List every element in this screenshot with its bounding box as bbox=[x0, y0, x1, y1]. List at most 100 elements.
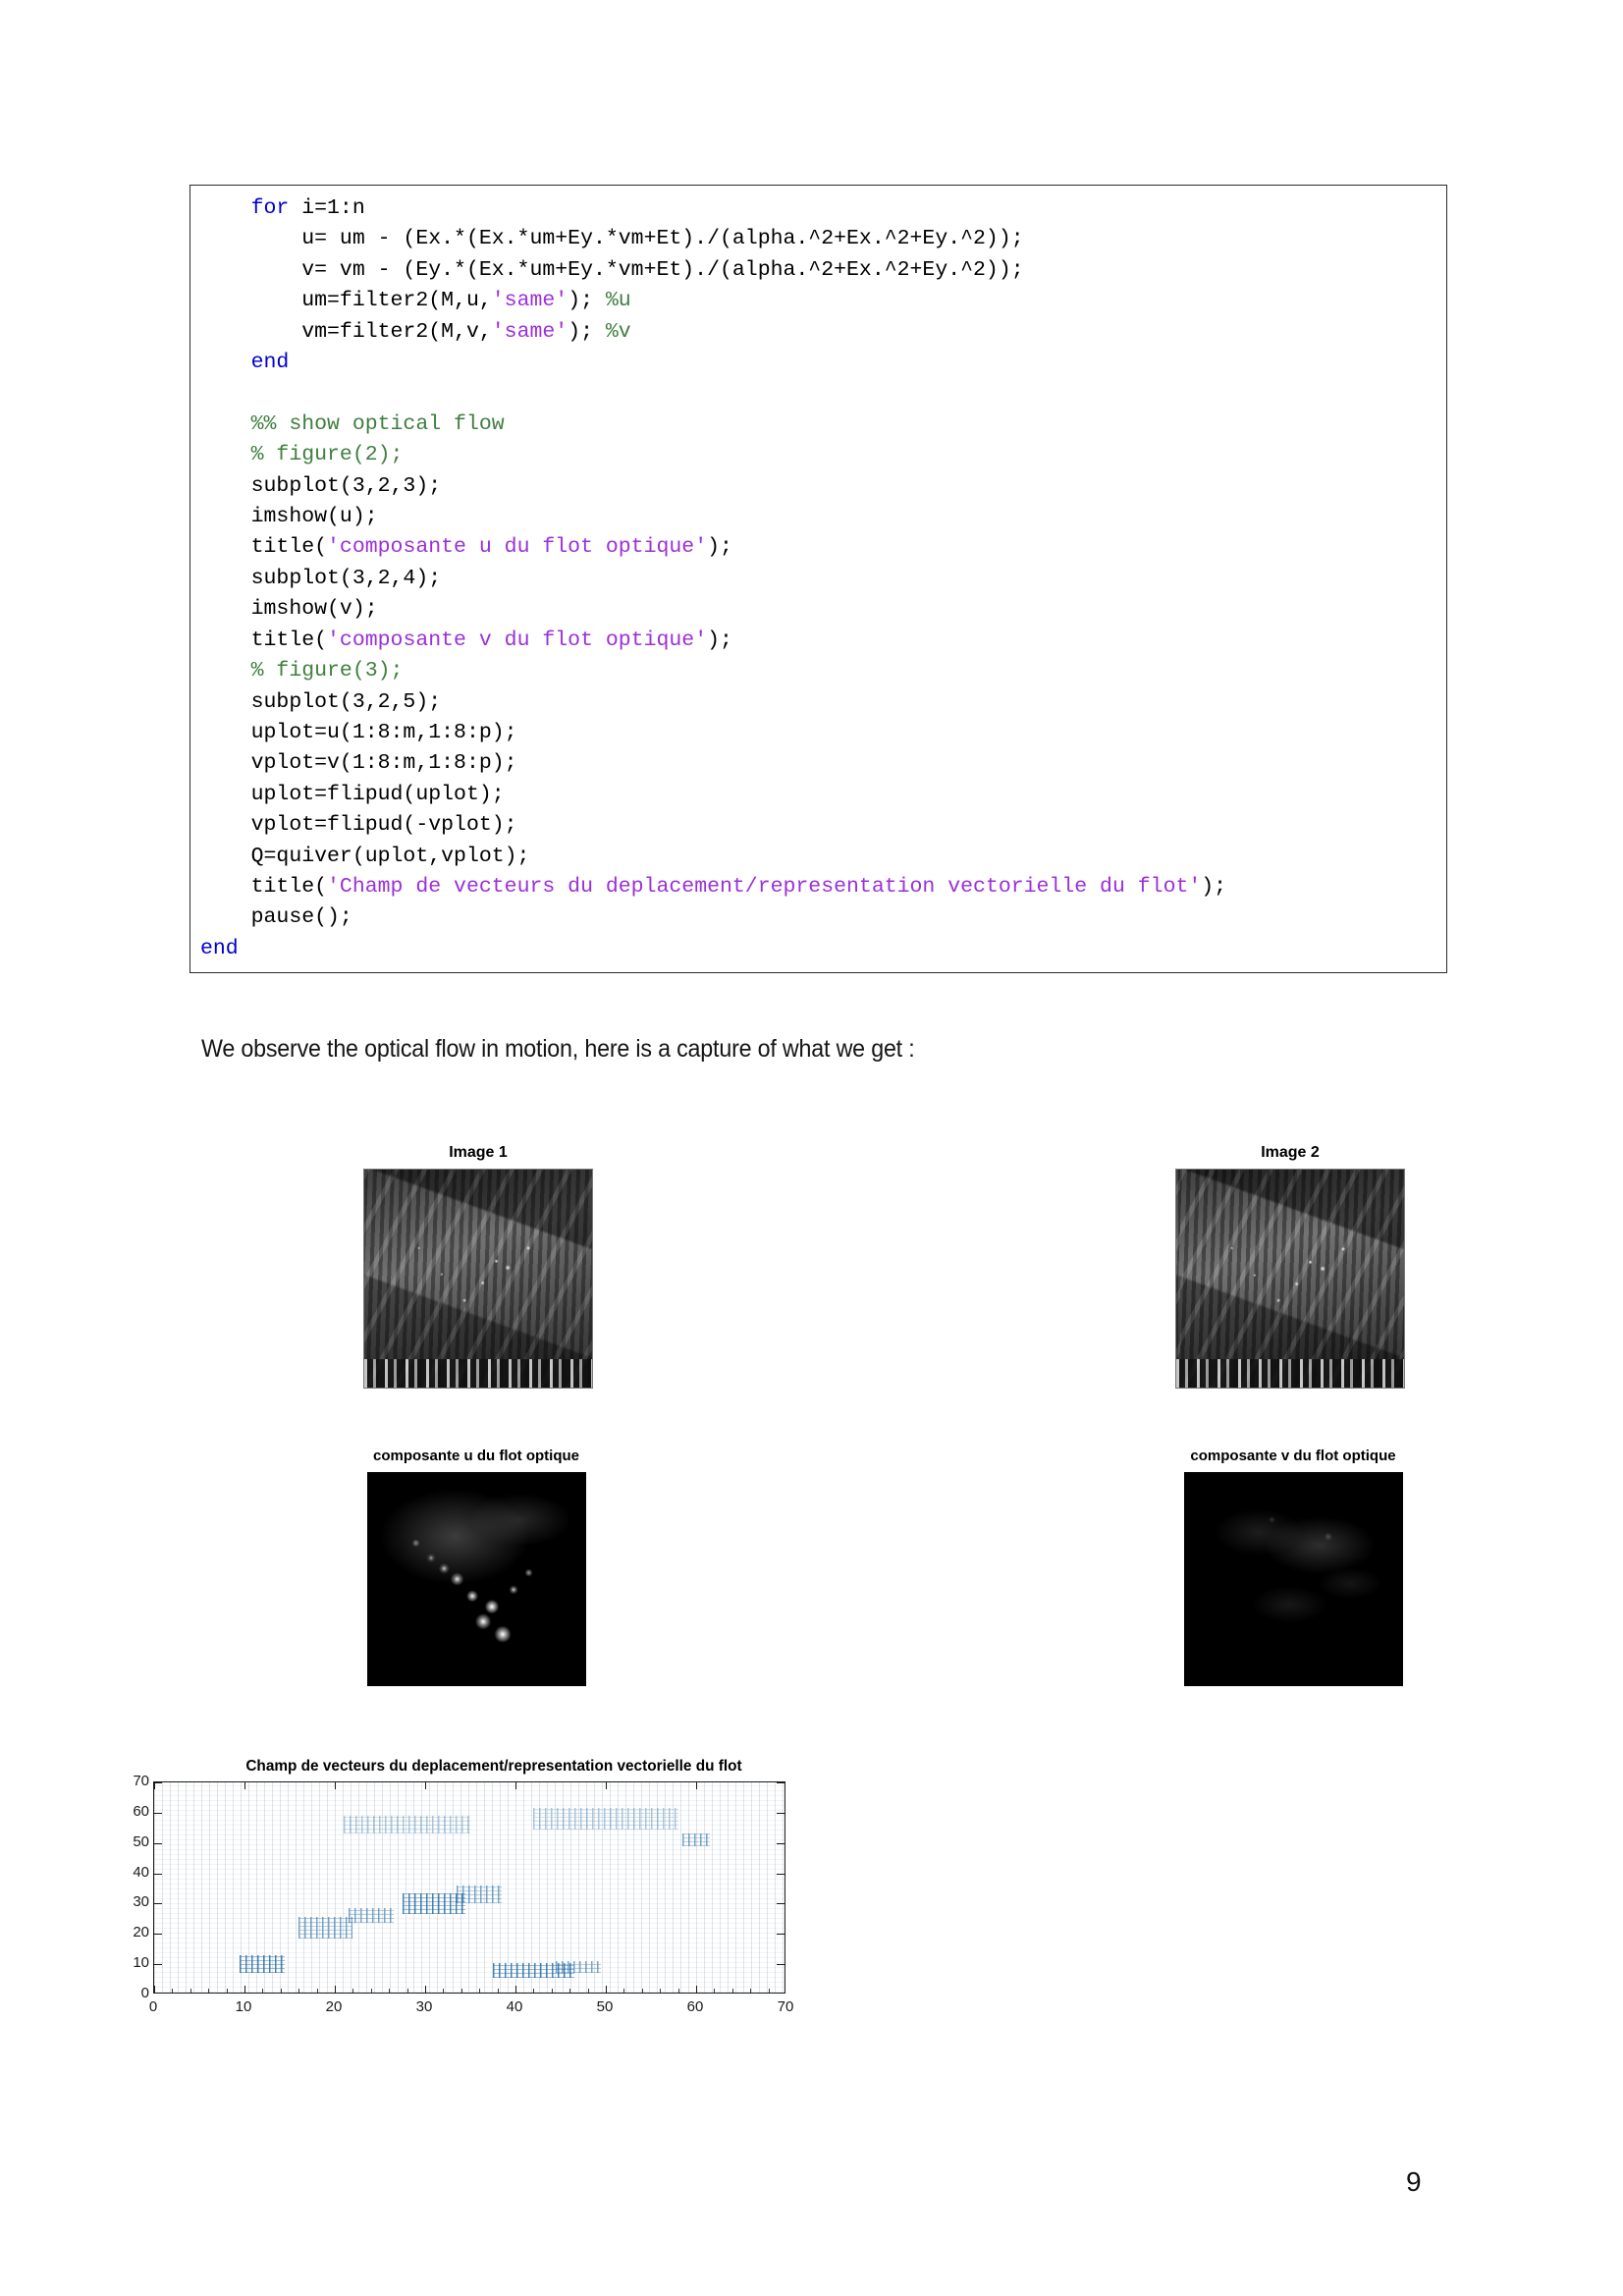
code-token-pln: imshow(v); bbox=[200, 597, 378, 622]
x-tick-top-0 bbox=[154, 1782, 155, 1789]
x-minor-tick bbox=[731, 1989, 733, 1993]
timestamp-overlay-strip bbox=[1176, 1359, 1404, 1388]
x-tick-top-20 bbox=[335, 1782, 336, 1789]
y-tick-60 bbox=[154, 1812, 162, 1814]
subplot-title-image-2: Image 2 bbox=[1261, 1144, 1320, 1161]
y-tick-right-60 bbox=[777, 1812, 784, 1814]
x-minor-tick bbox=[677, 1989, 679, 1993]
vector-cluster bbox=[533, 1808, 678, 1830]
x-minor-tick bbox=[370, 1989, 372, 1993]
x-tick-30 bbox=[425, 1986, 426, 1993]
x-tick-label-60: 60 bbox=[686, 1998, 704, 2015]
vector-cluster bbox=[240, 1954, 286, 1974]
y-tick-label-10: 10 bbox=[133, 1954, 149, 1972]
code-token-pln: ); bbox=[707, 535, 732, 560]
optical-flow-v-map bbox=[1184, 1473, 1402, 1685]
vector-cluster bbox=[457, 1885, 503, 1904]
x-tick-top-10 bbox=[244, 1782, 245, 1789]
subplot-composante-u: composante u du flot optique bbox=[351, 1449, 602, 1686]
x-minor-tick bbox=[641, 1989, 643, 1993]
x-minor-tick bbox=[479, 1989, 481, 1993]
code-token-pln: pause(); bbox=[200, 905, 352, 930]
subplot-image-2: Image 2 bbox=[1172, 1145, 1408, 1389]
x-minor-tick bbox=[406, 1989, 408, 1993]
subplot-title-image-1: Image 1 bbox=[449, 1144, 508, 1161]
x-minor-tick bbox=[262, 1989, 264, 1993]
y-tick-right-50 bbox=[777, 1842, 784, 1844]
x-tick-top-30 bbox=[425, 1782, 426, 1789]
timestamp-overlay-strip bbox=[364, 1359, 592, 1388]
y-tick-label-40: 40 bbox=[133, 1863, 149, 1881]
x-tick-label-20: 20 bbox=[325, 1998, 343, 2015]
y-tick-label-50: 50 bbox=[133, 1832, 149, 1850]
code-block: for i=1:n u= um - (Ex.*(Ex.*um+Ey.*vm+Et… bbox=[189, 185, 1447, 974]
optical-flow-u-map bbox=[367, 1473, 585, 1685]
code-token-pln: ); bbox=[568, 319, 606, 344]
y-tick-right-70 bbox=[777, 1782, 784, 1783]
code-token-com: %u bbox=[605, 289, 631, 313]
y-tick-right-40 bbox=[777, 1873, 784, 1875]
code-token-pln: u= um - (Ex.*(Ex.*um+Ey.*vm+Et)./(alpha.… bbox=[200, 227, 1024, 251]
x-minor-tick bbox=[623, 1989, 625, 1993]
x-minor-tick bbox=[551, 1989, 553, 1993]
y-tick-10 bbox=[154, 1964, 162, 1966]
x-minor-tick bbox=[750, 1989, 752, 1993]
page-number: 9 bbox=[1406, 2166, 1422, 2197]
image-2-thumbnail bbox=[1175, 1169, 1405, 1389]
code-token-pln: uplot=u(1:8:m,1:8:p); bbox=[200, 720, 517, 744]
y-tick-label-30: 30 bbox=[133, 1893, 149, 1911]
x-minor-tick bbox=[460, 1989, 462, 1993]
x-minor-tick bbox=[714, 1989, 716, 1993]
x-minor-tick bbox=[660, 1989, 662, 1993]
x-tick-10 bbox=[244, 1986, 245, 1993]
code-token-pln: vplot=flipud(-vplot); bbox=[200, 813, 517, 838]
code-token-pln: subplot(3,2,4); bbox=[200, 566, 442, 590]
code-token-str: 'composante v du flot optique' bbox=[327, 628, 708, 652]
code-token-pln: imshow(u); bbox=[200, 505, 378, 529]
composante-u-image bbox=[366, 1472, 586, 1686]
code-token-str: 'same' bbox=[491, 289, 568, 313]
code-token-pln: title( bbox=[200, 628, 328, 652]
x-tick-label-40: 40 bbox=[506, 1998, 523, 2015]
code-token-pln: uplot=flipud(uplot); bbox=[200, 782, 505, 806]
code-token-pln: title( bbox=[200, 535, 328, 560]
x-tick-top-40 bbox=[515, 1782, 516, 1789]
code-listing: for i=1:n u= um - (Ex.*(Ex.*um+Ey.*vm+Et… bbox=[190, 193, 1446, 964]
code-token-pln: ); bbox=[707, 628, 732, 652]
code-token-kw: end bbox=[200, 936, 239, 960]
code-token-com: % figure(2); bbox=[200, 443, 404, 467]
code-token-kw: for bbox=[200, 196, 290, 220]
quiver-plot-figure: Champ de vecteurs du deplacement/represe… bbox=[126, 1758, 803, 2052]
subplot-title-composante-u: composante u du flot optique bbox=[373, 1448, 579, 1464]
y-tick-20 bbox=[154, 1934, 162, 1936]
x-minor-tick bbox=[208, 1989, 210, 1993]
x-minor-tick bbox=[497, 1989, 499, 1993]
x-tick-label-70: 70 bbox=[777, 1998, 794, 2015]
subplot-image-1: Image 1 bbox=[360, 1145, 596, 1389]
x-minor-tick bbox=[587, 1989, 589, 1993]
subplot-title-composante-v: composante v du flot optique bbox=[1190, 1448, 1396, 1464]
vector-cluster bbox=[556, 1961, 602, 1974]
y-tick-label-20: 20 bbox=[133, 1924, 149, 1941]
x-minor-tick bbox=[389, 1989, 391, 1993]
code-token-com: %% show optical flow bbox=[200, 411, 505, 436]
quiver-plot-title: Champ de vecteurs du deplacement/represe… bbox=[245, 1758, 742, 1775]
y-tick-50 bbox=[154, 1842, 162, 1844]
x-tick-label-10: 10 bbox=[235, 1998, 252, 2015]
vector-cluster bbox=[348, 1908, 394, 1924]
x-tick-20 bbox=[335, 1986, 336, 1993]
y-tick-right-20 bbox=[777, 1934, 784, 1936]
y-tick-40 bbox=[154, 1873, 162, 1875]
code-token-pln: subplot(3,2,3); bbox=[200, 473, 442, 498]
x-minor-tick bbox=[443, 1989, 445, 1993]
x-tick-top-60 bbox=[696, 1782, 697, 1789]
code-token-pln: ); bbox=[1201, 874, 1227, 899]
x-tick-60 bbox=[696, 1986, 697, 1993]
x-minor-tick bbox=[189, 1989, 191, 1993]
y-tick-70 bbox=[154, 1782, 162, 1783]
x-tick-label-50: 50 bbox=[596, 1998, 614, 2015]
code-token-pln: Q=quiver(uplot,vplot); bbox=[200, 844, 530, 868]
composante-v-image bbox=[1183, 1472, 1403, 1686]
code-token-pln: v= vm - (Ey.*(Ex.*um+Ey.*vm+Et)./(alpha.… bbox=[200, 257, 1024, 282]
y-tick-right-30 bbox=[777, 1903, 784, 1905]
